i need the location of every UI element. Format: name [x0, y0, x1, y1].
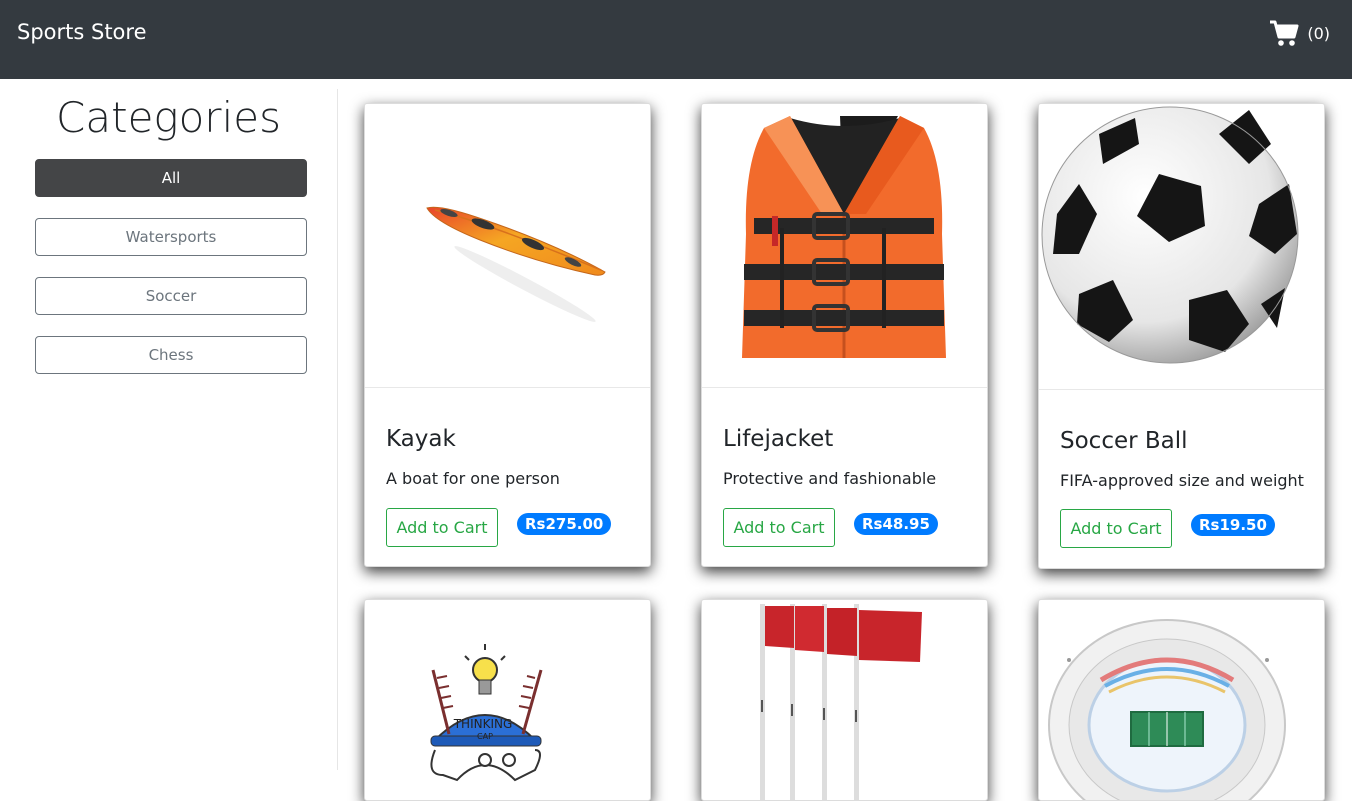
- price-badge: Rs19.50: [1191, 514, 1275, 536]
- shopping-cart-icon[interactable]: [1269, 19, 1299, 47]
- category-sidebar: Categories All Watersports Soccer Chess: [0, 89, 338, 770]
- categories-heading: Categories: [56, 93, 281, 142]
- thinking-cap-image: THINKING CAP: [365, 600, 650, 800]
- category-button-all[interactable]: All: [35, 159, 307, 197]
- product-card: Soccer Ball FIFA-approved size and weigh…: [1038, 103, 1325, 569]
- svg-text:THINKING: THINKING: [453, 717, 513, 731]
- category-button-chess[interactable]: Chess: [35, 336, 307, 374]
- soccer-ball-image: [1039, 104, 1324, 390]
- stadium-image: [1039, 600, 1324, 800]
- product-name: Soccer Ball: [1060, 428, 1188, 454]
- product-name: Lifejacket: [723, 426, 834, 452]
- category-button-soccer[interactable]: Soccer: [35, 277, 307, 315]
- add-to-cart-button[interactable]: Add to Cart: [386, 508, 498, 547]
- corner-flags-image: [702, 600, 987, 800]
- price-badge: Rs275.00: [517, 513, 612, 535]
- product-card: [701, 599, 988, 801]
- add-to-cart-button[interactable]: Add to Cart: [1060, 509, 1172, 548]
- kayak-image: [365, 104, 650, 388]
- lifejacket-image: [702, 104, 987, 388]
- product-card: THINKING CAP: [364, 599, 651, 801]
- product-description: A boat for one person: [386, 469, 560, 488]
- cart-button[interactable]: (0): [1269, 18, 1330, 48]
- product-name: Kayak: [386, 426, 456, 452]
- brand-title[interactable]: Sports Store: [17, 18, 147, 46]
- navbar: Sports Store (0): [0, 0, 1352, 79]
- product-description: FIFA-approved size and weight: [1060, 471, 1304, 490]
- price-badge: Rs48.95: [854, 513, 938, 535]
- product-card: [1038, 599, 1325, 801]
- add-to-cart-button[interactable]: Add to Cart: [723, 508, 835, 547]
- cart-count: (0): [1307, 23, 1330, 43]
- product-description: Protective and fashionable: [723, 469, 937, 488]
- svg-text:CAP: CAP: [477, 732, 493, 741]
- category-button-watersports[interactable]: Watersports: [35, 218, 307, 256]
- product-card: Kayak A boat for one person Add to Cart …: [364, 103, 651, 567]
- product-card: Lifejacket Protective and fashionable Ad…: [701, 103, 988, 567]
